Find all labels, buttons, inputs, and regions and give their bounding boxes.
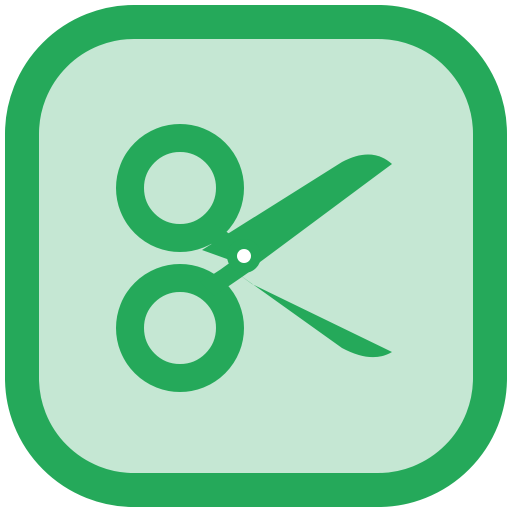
cut-app-icon[interactable] (0, 0, 512, 512)
app-icon-graphic (5, 5, 507, 507)
pivot-dot (237, 249, 251, 263)
app-canvas (0, 0, 512, 512)
